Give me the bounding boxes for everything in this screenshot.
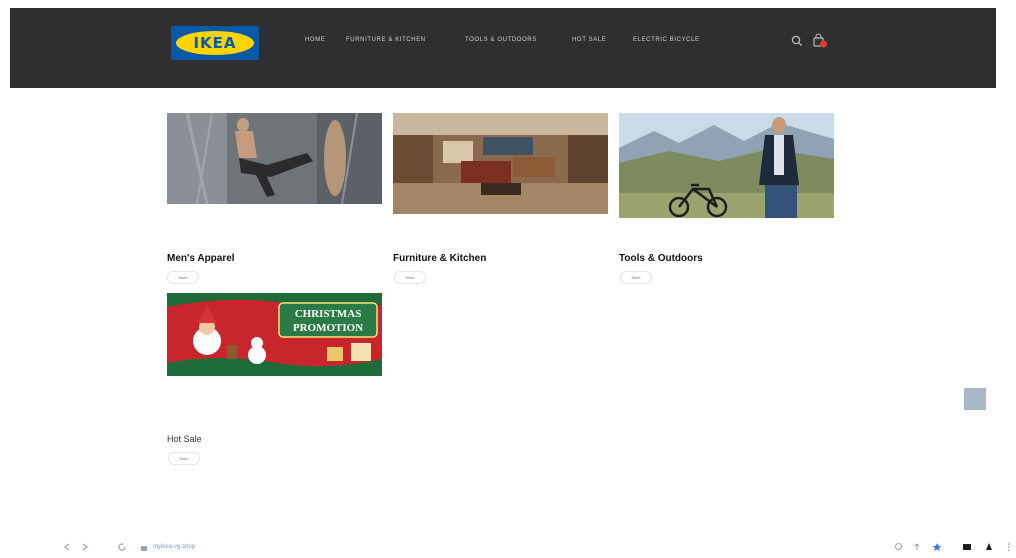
bookmark-star-icon[interactable] [932,542,942,552]
category-title-tools-outdoors[interactable]: Tools & Outdoors [619,253,703,264]
tools-outdoors-image[interactable] [619,113,834,218]
more-menu-icon[interactable] [1006,542,1012,552]
category-title-furniture-kitchen[interactable]: Furniture & Kitchen [393,253,486,264]
browser-bottom-bar: myikea-vg.shop [0,537,1016,558]
promo-line1: CHRISTMAS [295,308,362,320]
back-icon[interactable] [62,542,72,552]
profile-icon[interactable] [984,542,994,552]
furniture-kitchen-image[interactable] [393,113,608,214]
tools-outdoors-photo [619,113,834,218]
reload-icon[interactable] [117,542,127,552]
category-title-mens-apparel[interactable]: Men's Apparel [167,253,235,264]
forward-icon[interactable] [80,542,90,552]
section-title-hot-sale[interactable]: Hot Sale [167,434,202,444]
nav-hot-sale[interactable]: HOT SALE [572,37,606,43]
share-icon[interactable] [912,542,922,552]
logo-oval: IKEA [176,31,254,55]
nav-furniture-kitchen[interactable]: FURNITURE & KITCHEN [346,37,426,43]
promo-line2: PROMOTION [293,322,363,334]
christmas-banner-art: CHRISTMAS PROMOTION [167,293,382,376]
ikea-logo[interactable]: IKEA [171,26,259,60]
nav-electric-bicycle[interactable]: ELECTRIC BICYCLE [633,37,700,43]
cart-icon[interactable] [812,33,828,49]
furniture-kitchen-more-button[interactable]: More [394,271,426,284]
logo-text: IKEA [193,34,237,52]
tab-view-icon[interactable] [962,542,972,552]
lock-icon [141,546,147,551]
zoom-icon[interactable] [894,542,904,552]
site-header [10,8,996,88]
furniture-kitchen-photo [393,113,608,214]
tools-outdoors-more-button[interactable]: More [620,271,652,284]
christmas-promotion-banner[interactable]: CHRISTMAS PROMOTION [167,293,382,376]
address-bar-url[interactable]: myikea-vg.shop [153,544,195,550]
scroll-to-top-button[interactable] [964,388,986,410]
search-icon[interactable] [790,34,804,48]
nav-tools-outdoors[interactable]: TOOLS & OUTDOORS [465,37,537,43]
nav-home[interactable]: HOME [305,37,325,43]
mens-apparel-image[interactable] [167,113,382,204]
hot-sale-more-button[interactable]: More [168,452,200,465]
mens-apparel-photo [167,113,382,204]
mens-apparel-more-button[interactable]: More [167,271,199,284]
